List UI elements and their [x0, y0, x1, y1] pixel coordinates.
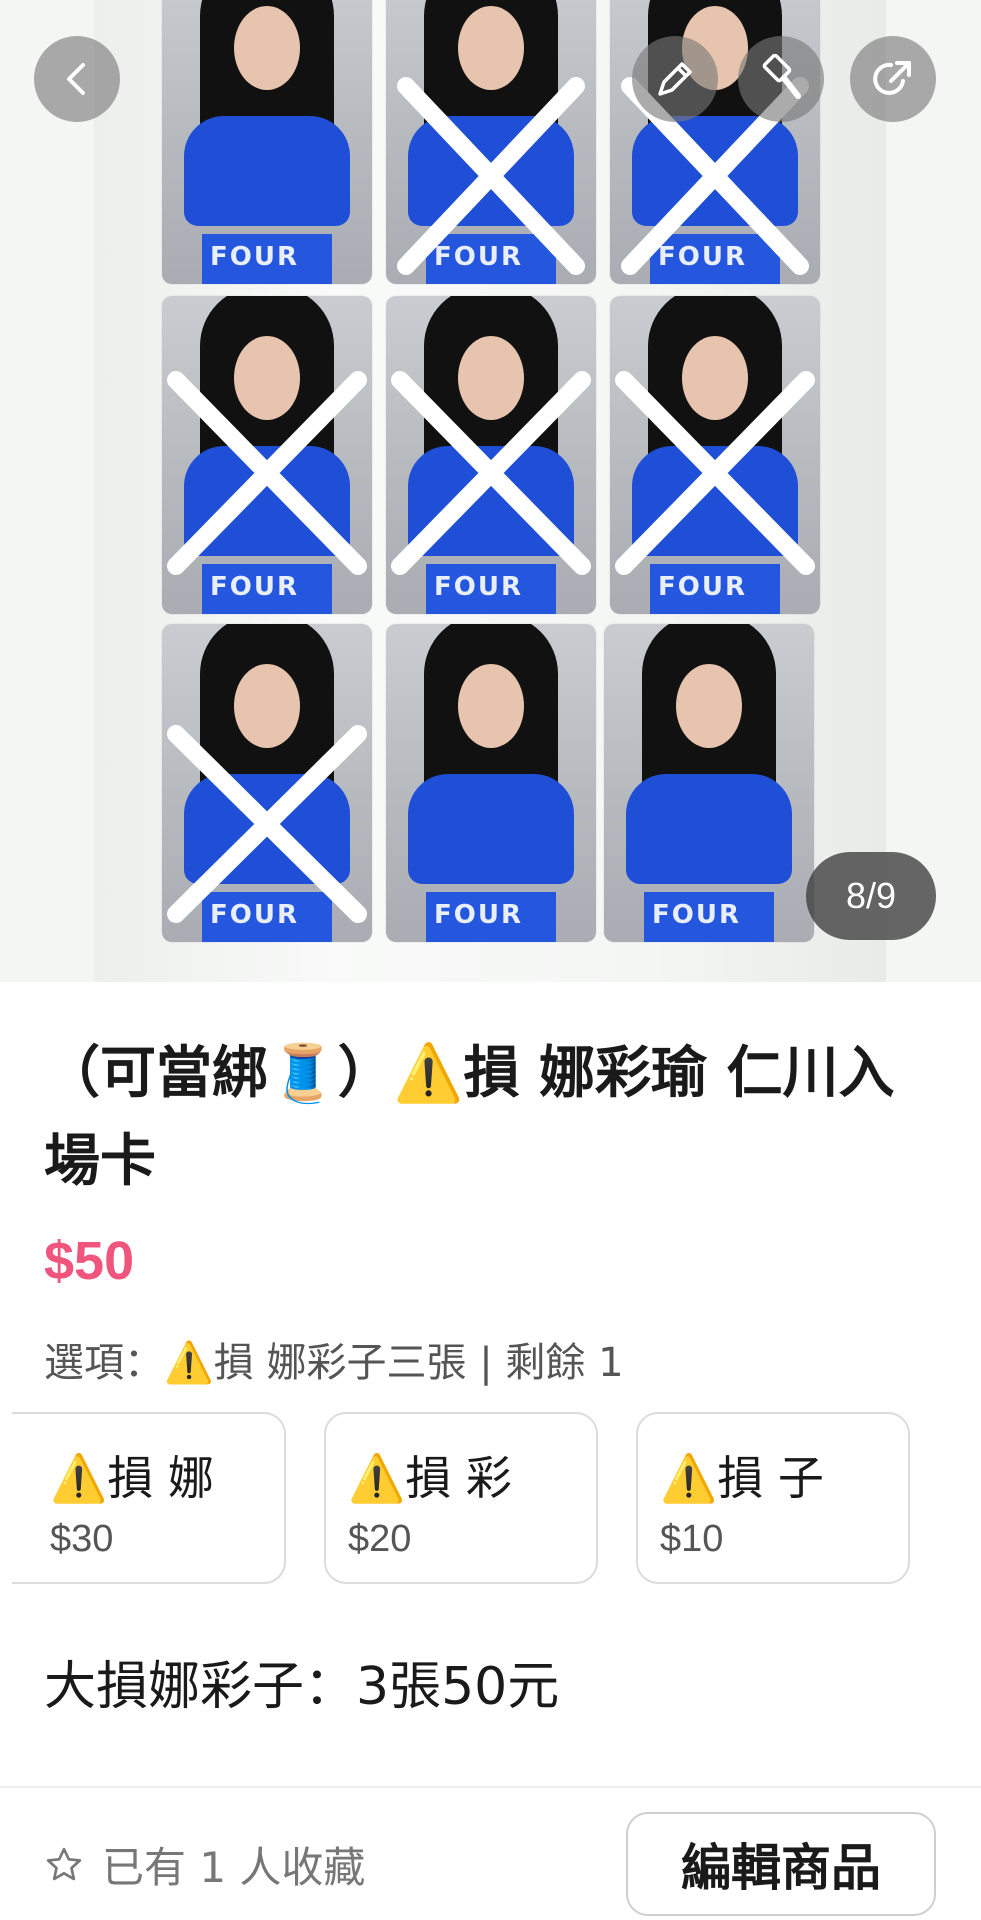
share-icon	[873, 61, 911, 95]
option-price: $10	[660, 1518, 724, 1560]
product-price: $50	[44, 1231, 135, 1291]
option-name: ⚠️損 彩	[348, 1451, 512, 1505]
option-card-na[interactable]: ⚠️損 娜 $30	[12, 1412, 286, 1584]
photocard-sheet-image: FOUR FOUR FOUR FOUR FOUR FOUR FOUR FOUR …	[94, 0, 886, 982]
bottom-action-bar: 已有 1 人收藏 編輯商品	[0, 1788, 981, 1920]
photocard: FOUR	[162, 0, 372, 284]
photocard: FOUR	[610, 296, 820, 614]
product-description: 大損娜彩子：3張50元	[44, 1657, 560, 1717]
favorite-count-text: 已有 1 人收藏	[102, 1843, 366, 1892]
photocard: FOUR	[162, 624, 372, 942]
option-card-chae[interactable]: ⚠️損 彩 $20	[324, 1412, 598, 1584]
share-button[interactable]	[850, 36, 936, 122]
photocard: FOUR	[386, 296, 596, 614]
option-name: ⚠️損 娜	[50, 1451, 214, 1505]
cross-mark-icon	[615, 371, 815, 575]
back-button[interactable]	[34, 36, 120, 122]
photocard: FOUR	[162, 296, 372, 614]
cross-mark-icon	[397, 77, 585, 275]
cross-mark-icon	[167, 371, 367, 575]
chevron-left-icon	[67, 63, 85, 95]
option-price: $30	[50, 1518, 114, 1560]
selected-option-summary: 選項：⚠️損 娜彩子三張 | 剩餘 1	[44, 1340, 624, 1386]
photocard: FOUR	[386, 624, 596, 942]
edit-product-button[interactable]: 編輯商品	[626, 1812, 936, 1916]
photocard: FOUR	[386, 0, 596, 284]
option-card-zi[interactable]: ⚠️損 子 $10	[636, 1412, 910, 1584]
option-name: ⚠️損 子	[660, 1451, 824, 1505]
star-icon	[46, 1847, 82, 1880]
hammer-icon	[762, 54, 801, 99]
bump-hammer-button[interactable]	[738, 36, 824, 122]
cross-mark-icon	[167, 725, 367, 923]
favorite-count[interactable]: 已有 1 人收藏	[44, 1834, 365, 1895]
image-counter-badge: 8/9	[806, 852, 936, 940]
product-photo-gallery[interactable]: FOUR FOUR FOUR FOUR FOUR FOUR FOUR FOUR …	[0, 0, 981, 982]
product-title: （可當綁🧵）⚠️損 娜彩瑜 仁川入場卡	[44, 1041, 895, 1194]
photocard: FOUR	[604, 624, 814, 942]
option-price: $20	[348, 1518, 412, 1560]
pencil-icon	[658, 62, 692, 96]
cross-mark-icon	[391, 371, 591, 575]
edit-pencil-button[interactable]	[632, 36, 718, 122]
